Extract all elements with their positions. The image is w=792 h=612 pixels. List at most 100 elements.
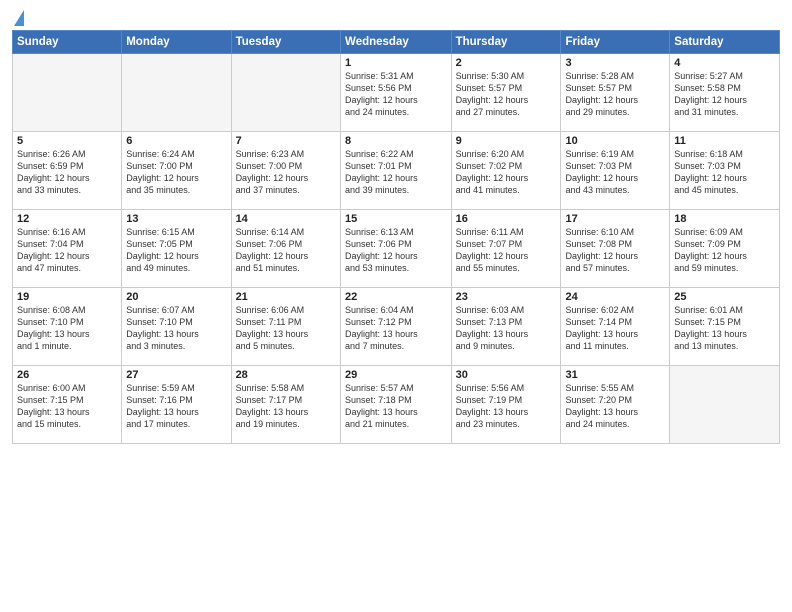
day-info: Sunrise: 6:11 AM Sunset: 7:07 PM Dayligh… xyxy=(456,226,557,275)
calendar-cell: 23Sunrise: 6:03 AM Sunset: 7:13 PM Dayli… xyxy=(451,288,561,366)
weekday-header-friday: Friday xyxy=(561,31,670,54)
day-info: Sunrise: 5:30 AM Sunset: 5:57 PM Dayligh… xyxy=(456,70,557,119)
calendar-cell: 24Sunrise: 6:02 AM Sunset: 7:14 PM Dayli… xyxy=(561,288,670,366)
day-info: Sunrise: 5:55 AM Sunset: 7:20 PM Dayligh… xyxy=(565,382,665,431)
day-info: Sunrise: 6:00 AM Sunset: 7:15 PM Dayligh… xyxy=(17,382,117,431)
day-number: 16 xyxy=(456,213,557,225)
calendar-cell: 15Sunrise: 6:13 AM Sunset: 7:06 PM Dayli… xyxy=(341,210,452,288)
calendar-table: SundayMondayTuesdayWednesdayThursdayFrid… xyxy=(12,30,780,444)
day-info: Sunrise: 6:15 AM Sunset: 7:05 PM Dayligh… xyxy=(126,226,226,275)
calendar-cell: 2Sunrise: 5:30 AM Sunset: 5:57 PM Daylig… xyxy=(451,54,561,132)
day-info: Sunrise: 6:14 AM Sunset: 7:06 PM Dayligh… xyxy=(236,226,336,275)
calendar-cell: 9Sunrise: 6:20 AM Sunset: 7:02 PM Daylig… xyxy=(451,132,561,210)
day-info: Sunrise: 6:09 AM Sunset: 7:09 PM Dayligh… xyxy=(674,226,775,275)
calendar-cell: 4Sunrise: 5:27 AM Sunset: 5:58 PM Daylig… xyxy=(670,54,780,132)
calendar-cell: 29Sunrise: 5:57 AM Sunset: 7:18 PM Dayli… xyxy=(341,366,452,444)
day-number: 15 xyxy=(345,213,447,225)
day-number: 29 xyxy=(345,369,447,381)
day-info: Sunrise: 6:08 AM Sunset: 7:10 PM Dayligh… xyxy=(17,304,117,353)
calendar-cell: 8Sunrise: 6:22 AM Sunset: 7:01 PM Daylig… xyxy=(341,132,452,210)
day-info: Sunrise: 6:18 AM Sunset: 7:03 PM Dayligh… xyxy=(674,148,775,197)
day-number: 4 xyxy=(674,57,775,69)
calendar-cell: 7Sunrise: 6:23 AM Sunset: 7:00 PM Daylig… xyxy=(231,132,340,210)
day-number: 18 xyxy=(674,213,775,225)
day-number: 11 xyxy=(674,135,775,147)
day-number: 23 xyxy=(456,291,557,303)
day-number: 3 xyxy=(565,57,665,69)
calendar-cell: 30Sunrise: 5:56 AM Sunset: 7:19 PM Dayli… xyxy=(451,366,561,444)
calendar-cell: 12Sunrise: 6:16 AM Sunset: 7:04 PM Dayli… xyxy=(13,210,122,288)
day-info: Sunrise: 5:31 AM Sunset: 5:56 PM Dayligh… xyxy=(345,70,447,119)
logo xyxy=(12,14,24,24)
day-info: Sunrise: 6:22 AM Sunset: 7:01 PM Dayligh… xyxy=(345,148,447,197)
day-number: 28 xyxy=(236,369,336,381)
calendar-cell: 22Sunrise: 6:04 AM Sunset: 7:12 PM Dayli… xyxy=(341,288,452,366)
day-info: Sunrise: 6:13 AM Sunset: 7:06 PM Dayligh… xyxy=(345,226,447,275)
day-number: 14 xyxy=(236,213,336,225)
weekday-header-tuesday: Tuesday xyxy=(231,31,340,54)
day-info: Sunrise: 6:07 AM Sunset: 7:10 PM Dayligh… xyxy=(126,304,226,353)
day-number: 25 xyxy=(674,291,775,303)
header xyxy=(12,10,780,24)
calendar-cell xyxy=(13,54,122,132)
calendar-cell: 5Sunrise: 6:26 AM Sunset: 6:59 PM Daylig… xyxy=(13,132,122,210)
calendar-cell xyxy=(122,54,231,132)
weekday-header-thursday: Thursday xyxy=(451,31,561,54)
day-info: Sunrise: 5:57 AM Sunset: 7:18 PM Dayligh… xyxy=(345,382,447,431)
weekday-header-saturday: Saturday xyxy=(670,31,780,54)
day-info: Sunrise: 5:28 AM Sunset: 5:57 PM Dayligh… xyxy=(565,70,665,119)
calendar-cell: 3Sunrise: 5:28 AM Sunset: 5:57 PM Daylig… xyxy=(561,54,670,132)
calendar-week-2: 5Sunrise: 6:26 AM Sunset: 6:59 PM Daylig… xyxy=(13,132,780,210)
calendar-cell: 11Sunrise: 6:18 AM Sunset: 7:03 PM Dayli… xyxy=(670,132,780,210)
day-number: 19 xyxy=(17,291,117,303)
calendar-cell: 6Sunrise: 6:24 AM Sunset: 7:00 PM Daylig… xyxy=(122,132,231,210)
day-number: 8 xyxy=(345,135,447,147)
calendar-cell: 1Sunrise: 5:31 AM Sunset: 5:56 PM Daylig… xyxy=(341,54,452,132)
calendar-cell: 10Sunrise: 6:19 AM Sunset: 7:03 PM Dayli… xyxy=(561,132,670,210)
calendar-week-5: 26Sunrise: 6:00 AM Sunset: 7:15 PM Dayli… xyxy=(13,366,780,444)
day-number: 27 xyxy=(126,369,226,381)
day-info: Sunrise: 5:56 AM Sunset: 7:19 PM Dayligh… xyxy=(456,382,557,431)
weekday-header-row: SundayMondayTuesdayWednesdayThursdayFrid… xyxy=(13,31,780,54)
day-number: 20 xyxy=(126,291,226,303)
day-info: Sunrise: 5:27 AM Sunset: 5:58 PM Dayligh… xyxy=(674,70,775,119)
day-number: 21 xyxy=(236,291,336,303)
calendar-cell: 31Sunrise: 5:55 AM Sunset: 7:20 PM Dayli… xyxy=(561,366,670,444)
day-info: Sunrise: 5:58 AM Sunset: 7:17 PM Dayligh… xyxy=(236,382,336,431)
day-number: 10 xyxy=(565,135,665,147)
day-number: 17 xyxy=(565,213,665,225)
day-info: Sunrise: 6:26 AM Sunset: 6:59 PM Dayligh… xyxy=(17,148,117,197)
calendar-cell: 18Sunrise: 6:09 AM Sunset: 7:09 PM Dayli… xyxy=(670,210,780,288)
day-number: 31 xyxy=(565,369,665,381)
day-info: Sunrise: 6:20 AM Sunset: 7:02 PM Dayligh… xyxy=(456,148,557,197)
day-info: Sunrise: 6:10 AM Sunset: 7:08 PM Dayligh… xyxy=(565,226,665,275)
day-number: 12 xyxy=(17,213,117,225)
logo-triangle-icon xyxy=(14,10,24,26)
calendar-cell: 14Sunrise: 6:14 AM Sunset: 7:06 PM Dayli… xyxy=(231,210,340,288)
day-number: 5 xyxy=(17,135,117,147)
calendar-cell: 28Sunrise: 5:58 AM Sunset: 7:17 PM Dayli… xyxy=(231,366,340,444)
day-number: 24 xyxy=(565,291,665,303)
day-number: 9 xyxy=(456,135,557,147)
day-number: 1 xyxy=(345,57,447,69)
weekday-header-sunday: Sunday xyxy=(13,31,122,54)
calendar-cell: 19Sunrise: 6:08 AM Sunset: 7:10 PM Dayli… xyxy=(13,288,122,366)
calendar-cell: 26Sunrise: 6:00 AM Sunset: 7:15 PM Dayli… xyxy=(13,366,122,444)
day-info: Sunrise: 6:03 AM Sunset: 7:13 PM Dayligh… xyxy=(456,304,557,353)
calendar-cell xyxy=(670,366,780,444)
page: SundayMondayTuesdayWednesdayThursdayFrid… xyxy=(0,0,792,612)
day-number: 26 xyxy=(17,369,117,381)
day-number: 30 xyxy=(456,369,557,381)
calendar-cell: 21Sunrise: 6:06 AM Sunset: 7:11 PM Dayli… xyxy=(231,288,340,366)
calendar-cell: 13Sunrise: 6:15 AM Sunset: 7:05 PM Dayli… xyxy=(122,210,231,288)
calendar-week-1: 1Sunrise: 5:31 AM Sunset: 5:56 PM Daylig… xyxy=(13,54,780,132)
weekday-header-monday: Monday xyxy=(122,31,231,54)
calendar-cell: 25Sunrise: 6:01 AM Sunset: 7:15 PM Dayli… xyxy=(670,288,780,366)
day-info: Sunrise: 6:23 AM Sunset: 7:00 PM Dayligh… xyxy=(236,148,336,197)
calendar-cell: 20Sunrise: 6:07 AM Sunset: 7:10 PM Dayli… xyxy=(122,288,231,366)
day-info: Sunrise: 6:19 AM Sunset: 7:03 PM Dayligh… xyxy=(565,148,665,197)
calendar-cell xyxy=(231,54,340,132)
day-number: 22 xyxy=(345,291,447,303)
day-number: 13 xyxy=(126,213,226,225)
day-info: Sunrise: 6:04 AM Sunset: 7:12 PM Dayligh… xyxy=(345,304,447,353)
